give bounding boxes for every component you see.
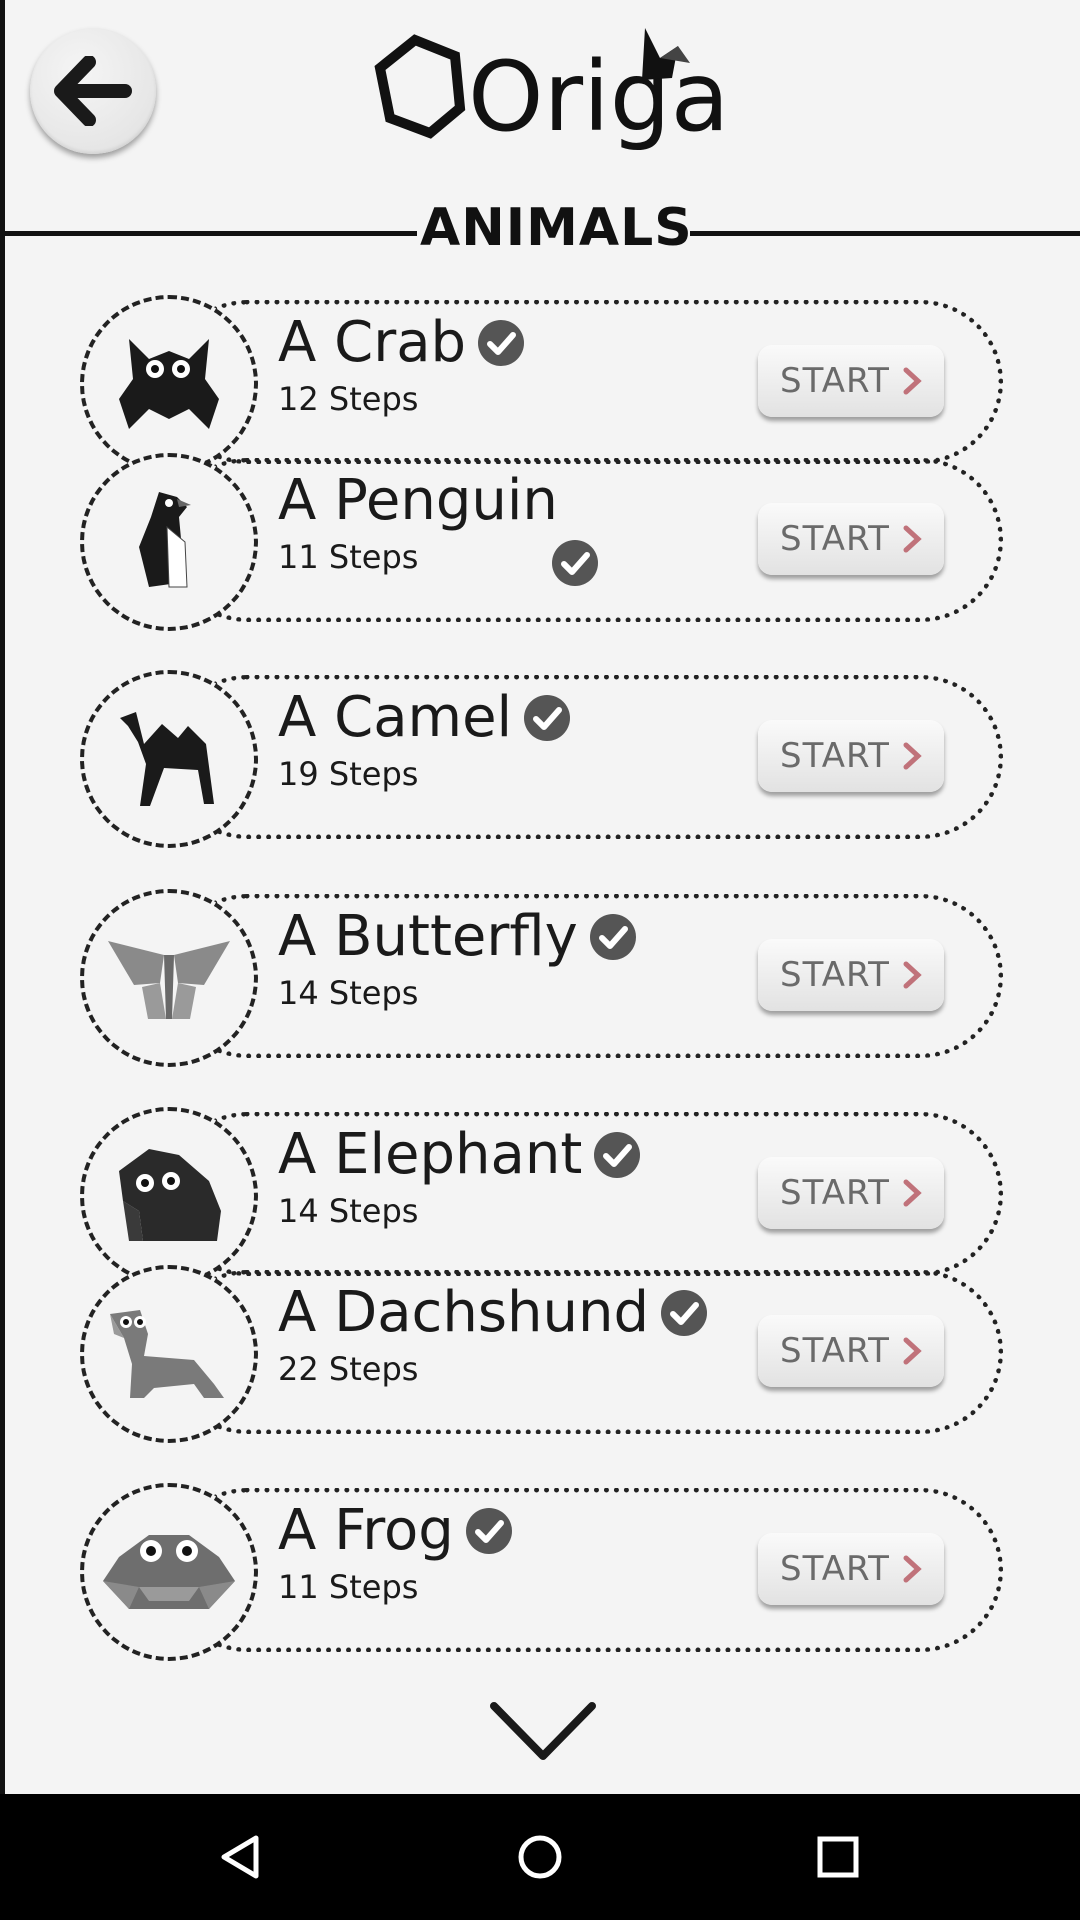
item-title: A Elephant bbox=[278, 1122, 641, 1187]
chevron-down-icon[interactable] bbox=[488, 1700, 598, 1764]
section-title: ANIMALS bbox=[420, 198, 693, 258]
item-title: A Penguin bbox=[278, 468, 558, 533]
item-steps: 22 Steps bbox=[278, 1350, 419, 1388]
list-item: A Crab 12 Steps START bbox=[80, 295, 1010, 478]
item-title: A Crab bbox=[278, 310, 525, 375]
square-recents-icon bbox=[817, 1836, 859, 1878]
start-button-camel[interactable]: START bbox=[758, 720, 944, 792]
item-thumbnail bbox=[80, 1107, 258, 1285]
chevron-right-icon bbox=[903, 367, 922, 395]
system-navigation-bar bbox=[0, 1794, 1080, 1920]
item-title: A Dachshund bbox=[278, 1280, 708, 1345]
item-steps: 14 Steps bbox=[278, 1192, 419, 1230]
list-item: A Penguin 11 Steps START bbox=[80, 453, 1010, 636]
list-item: A Dachshund 22 Steps START bbox=[80, 1265, 1010, 1448]
item-thumbnail bbox=[80, 295, 258, 473]
left-edge-divider bbox=[0, 0, 5, 1794]
item-thumbnail bbox=[80, 889, 258, 1067]
item-title: A Butterfly bbox=[278, 904, 636, 969]
section-divider-left bbox=[5, 231, 417, 236]
item-name: A Elephant bbox=[278, 1122, 583, 1187]
crab-icon bbox=[119, 339, 219, 429]
chevron-right-icon bbox=[903, 1337, 922, 1365]
item-thumbnail bbox=[80, 670, 258, 848]
start-label: START bbox=[780, 361, 890, 401]
item-thumbnail bbox=[80, 1483, 258, 1661]
arrow-left-icon bbox=[54, 56, 132, 126]
item-name: A Camel bbox=[278, 685, 513, 750]
check-badge-icon bbox=[465, 1507, 512, 1554]
item-steps: 14 Steps bbox=[278, 974, 419, 1012]
nav-home-button[interactable] bbox=[505, 1822, 575, 1892]
start-label: START bbox=[780, 1549, 890, 1589]
item-name: A Dachshund bbox=[278, 1280, 650, 1345]
chevron-right-icon bbox=[903, 525, 922, 553]
item-name: A Penguin bbox=[278, 468, 558, 533]
triangle-back-icon bbox=[221, 1835, 259, 1879]
item-title: A Frog bbox=[278, 1498, 512, 1563]
check-badge-icon bbox=[552, 540, 598, 586]
chevron-right-icon bbox=[903, 1555, 922, 1583]
item-title: A Camel bbox=[278, 685, 571, 750]
item-thumbnail bbox=[80, 453, 258, 631]
list-item: A Camel 19 Steps START bbox=[80, 670, 1010, 853]
check-badge-icon bbox=[594, 1131, 641, 1178]
butterfly-icon bbox=[108, 941, 230, 1019]
check-badge-icon bbox=[661, 1289, 708, 1336]
item-name: A Butterfly bbox=[278, 904, 578, 969]
origami-logo: Origami bbox=[374, 28, 730, 153]
nav-recents-button[interactable] bbox=[803, 1822, 873, 1892]
start-button-dachshund[interactable]: START bbox=[758, 1315, 944, 1387]
item-steps: 19 Steps bbox=[278, 755, 419, 793]
list-item: A Butterfly 14 Steps START bbox=[80, 889, 1010, 1072]
chevron-right-icon bbox=[903, 961, 922, 989]
item-name: A Crab bbox=[278, 310, 467, 375]
check-badge-icon bbox=[524, 694, 571, 741]
start-button-butterfly[interactable]: START bbox=[758, 939, 944, 1011]
list-item: A Frog 11 Steps START bbox=[80, 1483, 1010, 1666]
section-divider-right bbox=[690, 231, 1080, 236]
start-button-crab[interactable]: START bbox=[758, 345, 944, 417]
logo-text: Origami bbox=[468, 41, 730, 153]
item-steps: 11 Steps bbox=[278, 1568, 419, 1606]
item-steps: 12 Steps bbox=[278, 380, 419, 418]
item-steps: 11 Steps bbox=[278, 538, 419, 576]
chevron-right-icon bbox=[903, 742, 922, 770]
camel-icon bbox=[120, 712, 214, 806]
item-thumbnail bbox=[80, 1265, 258, 1443]
back-button[interactable] bbox=[30, 28, 156, 154]
start-button-elephant[interactable]: START bbox=[758, 1157, 944, 1229]
start-label: START bbox=[780, 1173, 890, 1213]
check-badge-icon bbox=[478, 319, 525, 366]
start-button-penguin[interactable]: START bbox=[758, 503, 944, 575]
dachshund-icon bbox=[110, 1310, 224, 1398]
penguin-icon bbox=[139, 492, 191, 588]
start-label: START bbox=[780, 955, 890, 995]
start-label: START bbox=[780, 736, 890, 776]
nav-back-button[interactable] bbox=[206, 1822, 276, 1892]
start-label: START bbox=[780, 1331, 890, 1371]
item-name: A Frog bbox=[278, 1498, 454, 1563]
elephant-icon bbox=[119, 1149, 221, 1241]
list-item: A Elephant 14 Steps START bbox=[80, 1107, 1010, 1290]
start-label: START bbox=[780, 519, 890, 559]
frog-icon bbox=[103, 1535, 235, 1609]
chevron-right-icon bbox=[903, 1179, 922, 1207]
check-badge-icon bbox=[589, 913, 636, 960]
start-button-frog[interactable]: START bbox=[758, 1533, 944, 1605]
app-screen: Origami ANIMALS A Crab 12 Steps START bbox=[0, 0, 1080, 1794]
circle-home-icon bbox=[518, 1835, 562, 1879]
